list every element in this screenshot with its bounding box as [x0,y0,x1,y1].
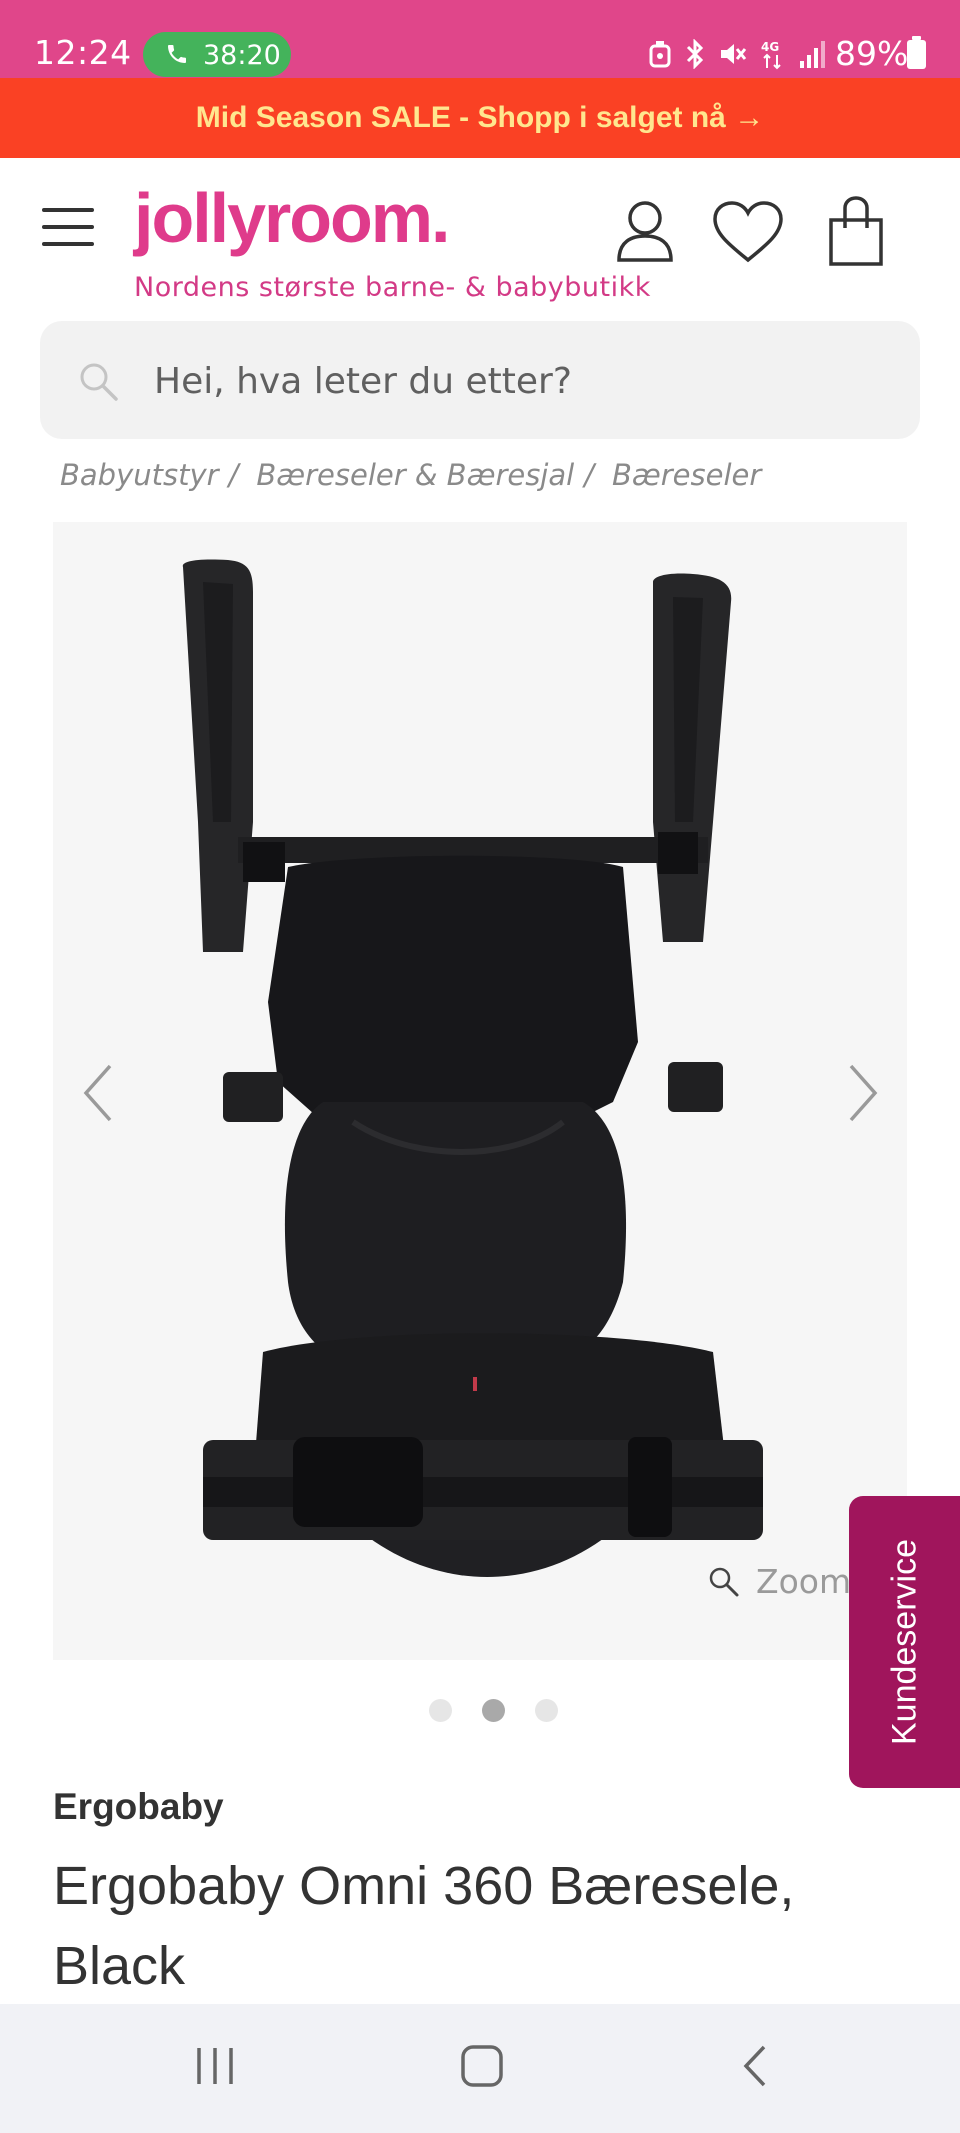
breadcrumb-separator: / [228,458,239,492]
ongoing-call-pill[interactable]: 38:20 [143,32,291,77]
breadcrumb-item-baereseler-baeresjal[interactable]: Bæreseler & Bæresjal [256,458,574,492]
home-icon[interactable] [460,2044,504,2088]
carousel-dot[interactable] [429,1699,452,1722]
recent-apps-icon[interactable] [193,2044,237,2088]
call-duration: 38:20 [203,40,281,71]
zoom-label: Zoom [756,1562,852,1601]
alarm-icon [649,41,671,68]
carousel-dot[interactable] [535,1699,558,1722]
chevron-right-icon[interactable] [843,1062,883,1124]
menu-button[interactable] [42,208,94,246]
system-icons: 4G [648,37,826,71]
carousel-dots [429,1699,558,1722]
battery-icon [907,36,926,69]
product-title: Ergobaby Omni 360 Bæresele, Black [53,1856,795,1996]
carousel-dot-active[interactable] [482,1699,505,1722]
battery-percent: 89% [835,34,909,73]
product-image-gallery[interactable] [53,522,907,1660]
search-icon [80,363,118,401]
customer-service-label: Kundeservice [885,1538,923,1746]
signal-icon [800,41,825,68]
customer-service-tab[interactable]: Kundeservice [849,1496,960,1788]
phone-icon [168,45,186,63]
status-time: 12:24 [34,33,132,72]
product-brand[interactable]: Ergobaby [53,1786,224,1828]
bag-icon[interactable] [826,196,886,268]
promo-text: Mid Season SALE - Shopp i salget nå → [195,101,765,134]
search-input[interactable] [152,351,876,411]
product-image [182,559,763,1577]
zoom-icon [709,1567,739,1596]
breadcrumb-item-baereseler[interactable]: Bæreseler [612,458,761,492]
tagline: Nordens største barne- & babybutikk [134,272,651,303]
bluetooth-icon [686,39,704,69]
heart-icon[interactable] [711,200,785,264]
search-bar[interactable] [40,321,920,439]
breadcrumb-separator: / [584,458,594,492]
back-icon[interactable] [736,2044,776,2088]
android-nav-bar [0,2004,960,2133]
network-4g-icon: 4G [761,40,781,70]
account-icon[interactable] [615,198,675,262]
svg-text:4G: 4G [761,40,779,54]
chevron-left-icon[interactable] [78,1062,118,1124]
breadcrumb-item-babyutstyr[interactable]: Babyutstyr [60,458,219,492]
zoom-button[interactable]: Zoom [708,1562,851,1601]
promo-banner[interactable]: Mid Season SALE - Shopp i salget nå → [0,78,960,158]
breadcrumb: Babyutstyr / Bæreseler & Bæresjal / Bære… [60,458,761,492]
mute-icon [721,44,747,64]
logo[interactable]: jollyroom. [134,178,450,258]
